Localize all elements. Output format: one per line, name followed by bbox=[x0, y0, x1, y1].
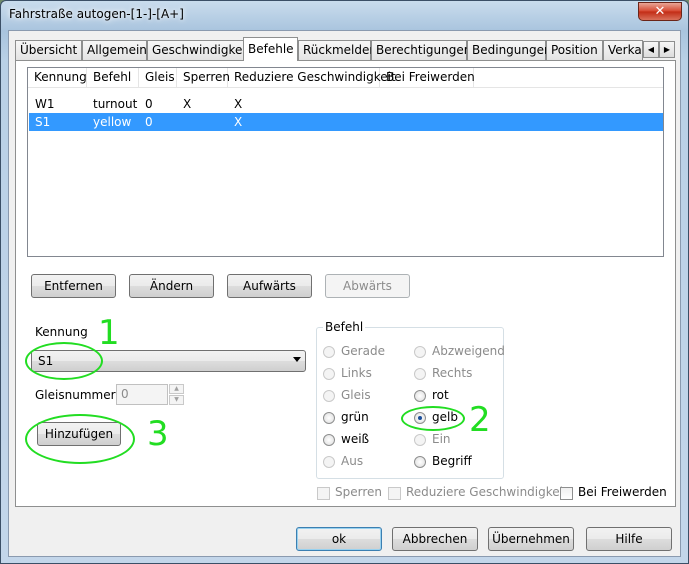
radio-circle-icon bbox=[323, 456, 335, 468]
chevron-down-icon[interactable] bbox=[293, 357, 301, 362]
column-reduziere[interactable]: Reduziere Geschwindigkeit bbox=[228, 68, 396, 88]
radio-circle-icon bbox=[323, 390, 335, 402]
list-row-selected[interactable]: S1 yellow 0 X bbox=[29, 113, 663, 131]
list-row[interactable]: W1 turnout 0 X X bbox=[29, 95, 663, 113]
radio-label: weiß bbox=[341, 432, 370, 446]
annotation-number-2: 2 bbox=[469, 400, 491, 440]
gleisnummer-input[interactable]: 0 bbox=[116, 384, 168, 405]
radio-circle-icon bbox=[414, 368, 426, 380]
window-title: Fahrstraße autogen-[1-]-[A+] bbox=[9, 7, 184, 21]
column-gleis[interactable]: Gleis bbox=[139, 68, 177, 88]
radio-circle-icon bbox=[414, 434, 426, 446]
tab-scroll-right-icon[interactable]: ▶ bbox=[659, 41, 675, 58]
hilfe-button[interactable]: Hilfe bbox=[586, 527, 672, 551]
aendern-button[interactable]: Ändern bbox=[129, 274, 214, 298]
spin-down-icon[interactable]: ▼ bbox=[169, 395, 184, 405]
radio-circle-icon bbox=[414, 390, 426, 402]
radio-circle-icon bbox=[414, 456, 426, 468]
close-button[interactable]: ✕ bbox=[638, 2, 682, 21]
tab-geschwindigkeit[interactable]: Geschwindigkeit bbox=[147, 40, 250, 60]
radio-label: Rechts bbox=[432, 366, 473, 380]
radio-circle-icon bbox=[323, 434, 335, 446]
befehl-group-title: Befehl bbox=[323, 320, 366, 334]
cell-bei-freiwerden bbox=[380, 95, 386, 113]
tab-verka[interactable]: Verka bbox=[603, 40, 643, 60]
tab-bedingungen[interactable]: Bedingungen bbox=[467, 40, 552, 60]
cell-befehl: yellow bbox=[93, 115, 132, 129]
radio-label: rot bbox=[432, 388, 449, 402]
abwaerts-button[interactable]: Abwärts bbox=[325, 274, 410, 298]
annotation-ellipse-kennung bbox=[25, 342, 103, 380]
column-bei-freiwerden[interactable]: Bei Freiwerden bbox=[380, 68, 475, 88]
tab-allgemein[interactable]: Allgemein bbox=[82, 40, 147, 60]
aufwaerts-button[interactable]: Aufwärts bbox=[227, 274, 312, 298]
cell-gleis: 0 bbox=[145, 115, 153, 129]
checkbox-label: Bei Freiwerden bbox=[578, 485, 667, 499]
radio-label: Abzweigend bbox=[432, 344, 505, 358]
cell-kennung: S1 bbox=[35, 115, 51, 129]
checkbox-label: Sperren bbox=[335, 485, 382, 499]
column-sperren[interactable]: Sperren bbox=[177, 68, 230, 88]
kennung-label: Kennung bbox=[35, 325, 88, 339]
tab-befehle[interactable]: Befehle bbox=[243, 37, 298, 61]
spin-up-icon[interactable]: ▲ bbox=[169, 384, 184, 394]
tab-uebersicht[interactable]: Übersicht bbox=[15, 40, 82, 60]
column-befehl[interactable]: Befehl bbox=[87, 68, 139, 88]
uebernehmen-button[interactable]: Übernehmen bbox=[488, 527, 574, 551]
gleisnummer-label: Gleisnummer bbox=[35, 388, 116, 402]
dialog-window: Fahrstraße autogen-[1-]-[A+] ✕ Übersicht… bbox=[0, 0, 689, 564]
tab-rueckmelder[interactable]: Rückmelder bbox=[298, 40, 374, 60]
tab-scroll-left-icon[interactable]: ◀ bbox=[643, 41, 659, 58]
radio-circle-icon bbox=[323, 346, 335, 358]
radio-label: Aus bbox=[341, 454, 364, 468]
checkbox-icon bbox=[317, 487, 330, 500]
command-list[interactable]: Kennung Befehl Gleis Sperren Reduziere G… bbox=[27, 67, 664, 257]
radio-circle-icon bbox=[323, 412, 335, 424]
abbrechen-button[interactable]: Abbrechen bbox=[392, 527, 478, 551]
cell-sperren bbox=[177, 113, 183, 131]
cell-kennung: W1 bbox=[35, 97, 55, 111]
radio-circle-icon bbox=[323, 368, 335, 380]
tab-berechtigungen[interactable]: Berechtigungen bbox=[371, 40, 471, 60]
radio-label: Links bbox=[341, 366, 372, 380]
gleisnummer-spinner[interactable]: ▲ ▼ bbox=[169, 384, 184, 405]
radio-label: grün bbox=[341, 410, 369, 424]
radio-circle-icon bbox=[414, 346, 426, 358]
radio-label: Gerade bbox=[341, 344, 385, 358]
ok-button[interactable]: ok bbox=[296, 527, 382, 551]
annotation-number-1: 1 bbox=[98, 313, 120, 353]
annotation-number-3: 3 bbox=[147, 414, 169, 454]
cell-reduziere: X bbox=[234, 115, 243, 129]
cell-bei-freiwerden bbox=[380, 113, 386, 131]
checkbox-icon bbox=[560, 487, 573, 500]
column-kennung[interactable]: Kennung bbox=[28, 68, 87, 88]
entfernen-button[interactable]: Entfernen bbox=[31, 274, 116, 298]
cell-sperren: X bbox=[183, 97, 192, 111]
radio-label: Begriff bbox=[432, 454, 472, 468]
tab-position[interactable]: Position bbox=[546, 40, 603, 60]
checkbox-label: Reduziere Geschwindigkeit bbox=[406, 485, 568, 499]
list-header: Kennung Befehl Gleis Sperren Reduziere G… bbox=[28, 68, 663, 88]
cell-befehl: turnout bbox=[93, 97, 138, 111]
title-bar[interactable]: Fahrstraße autogen-[1-]-[A+] ✕ bbox=[1, 1, 688, 29]
cell-gleis: 0 bbox=[145, 97, 153, 111]
radio-label: Ein bbox=[432, 432, 451, 446]
annotation-ellipse-gelb bbox=[401, 406, 465, 431]
tab-strip: Übersicht Allgemein Geschwindigkeit Befe… bbox=[15, 37, 676, 61]
cell-reduziere: X bbox=[234, 97, 243, 111]
radio-label: Gleis bbox=[341, 388, 371, 402]
annotation-ellipse-hinzufuegen bbox=[25, 414, 135, 464]
checkbox-icon bbox=[388, 487, 401, 500]
